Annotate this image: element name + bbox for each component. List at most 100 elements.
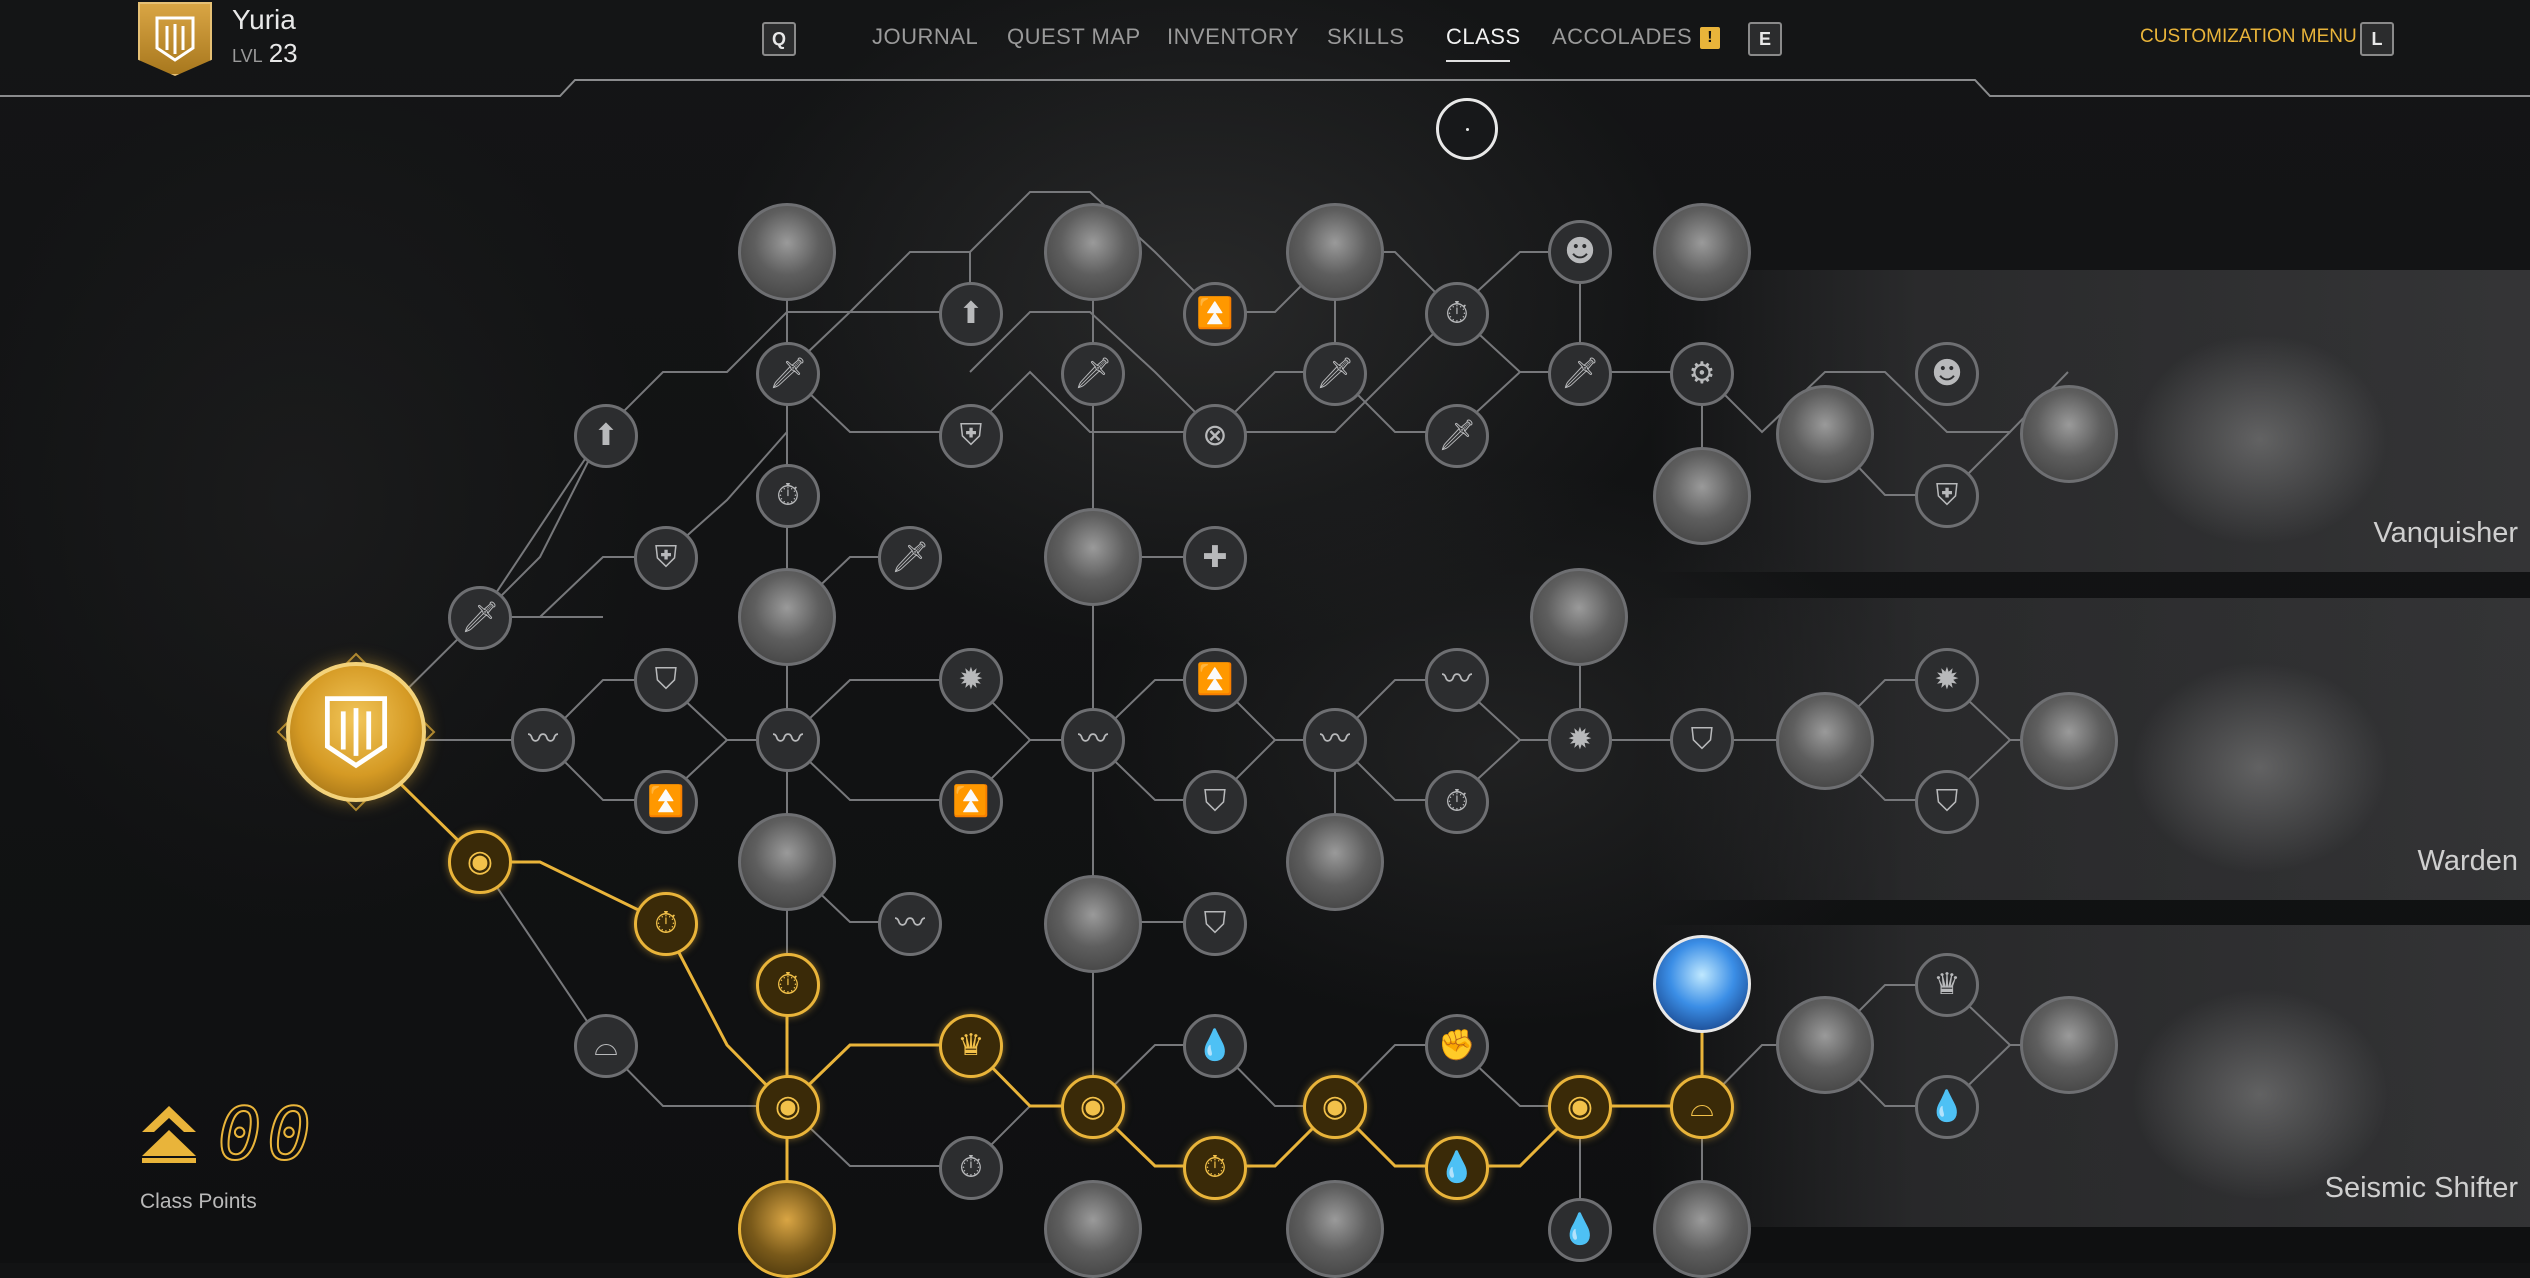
class-root-node[interactable] bbox=[286, 662, 426, 802]
skill-node-rank[interactable]: ⏫ bbox=[634, 770, 698, 834]
skill-portrait-node[interactable] bbox=[1653, 203, 1751, 301]
skill-node-weapon[interactable]: 🗡 bbox=[878, 526, 942, 590]
skill-node-sun[interactable]: ✹ bbox=[939, 648, 1003, 712]
skill-node-shield-break[interactable]: ⛨ bbox=[939, 404, 1003, 468]
skill-node-anomaly[interactable]: ⌓ bbox=[574, 1014, 638, 1078]
skill-node-shield[interactable]: ⛉ bbox=[1915, 770, 1979, 834]
skill-node-drop-active[interactable]: 💧 bbox=[1425, 1136, 1489, 1200]
skill-portrait-node[interactable] bbox=[1530, 568, 1628, 666]
skill-portrait-node-active[interactable] bbox=[738, 1180, 836, 1278]
pulse-icon: 〰 bbox=[1078, 722, 1108, 757]
skill-node-pulse[interactable]: 〰 bbox=[878, 892, 942, 956]
skill-portrait-node[interactable] bbox=[1286, 813, 1384, 911]
skill-node-cooldown[interactable]: ⏱ bbox=[1425, 282, 1489, 346]
plus-icon: ✚ bbox=[1202, 540, 1228, 575]
skill-node-drop[interactable]: 💧 bbox=[1915, 1075, 1979, 1139]
broken-shield-icon: ⛨ bbox=[1935, 478, 1959, 513]
shield-icon: ⛉ bbox=[1203, 906, 1227, 941]
skill-node-shield-break[interactable]: ⛨ bbox=[634, 526, 698, 590]
skill-portrait-node[interactable] bbox=[1776, 996, 1874, 1094]
skill-portrait-node[interactable] bbox=[2020, 385, 2118, 483]
sun-icon: ✹ bbox=[1934, 662, 1960, 697]
skill-node-drop[interactable]: 💧 bbox=[1183, 1014, 1247, 1078]
skill-node-upgrade[interactable]: ⬆ bbox=[939, 282, 1003, 346]
skill-node-rank[interactable]: ⏫ bbox=[1183, 282, 1247, 346]
skill-node-weapon[interactable]: 🗡 bbox=[1303, 342, 1367, 406]
skill-node-shield[interactable]: ⛉ bbox=[1183, 892, 1247, 956]
skill-node-vortex-active[interactable]: ◉ bbox=[448, 830, 512, 894]
skill-portrait-node[interactable] bbox=[1044, 508, 1142, 606]
skill-node-sun[interactable]: ✹ bbox=[1915, 648, 1979, 712]
skill-node-shield[interactable]: ⛉ bbox=[1670, 708, 1734, 772]
skill-node-cooldown-active[interactable]: ⏱ bbox=[634, 892, 698, 956]
shield-icon: ⛉ bbox=[1690, 722, 1714, 757]
skill-node-weapon[interactable]: 🗡 bbox=[756, 342, 820, 406]
drop-icon: 💧 bbox=[1196, 1028, 1234, 1063]
skill-node-weapon[interactable]: 🗡 bbox=[1548, 342, 1612, 406]
skill-node-pulse[interactable]: 〰 bbox=[1061, 708, 1125, 772]
skill-node-crown[interactable]: ♛ bbox=[1915, 953, 1979, 1017]
skill-portrait-node-selected[interactable] bbox=[1653, 935, 1751, 1033]
skill-node-sun[interactable]: ✹ bbox=[1548, 708, 1612, 772]
dagger-icon: 🗡 bbox=[768, 356, 808, 391]
skill-node-rank[interactable]: ⏫ bbox=[939, 770, 1003, 834]
skill-node-pulse[interactable]: 〰 bbox=[1425, 648, 1489, 712]
skill-portrait-node[interactable] bbox=[738, 203, 836, 301]
skill-node-cooldown-active[interactable]: ⏱ bbox=[1183, 1136, 1247, 1200]
chevron-up-icon: ⏫ bbox=[647, 784, 685, 819]
vortex-icon: ◉ bbox=[1566, 1089, 1594, 1124]
skill-portrait-node[interactable] bbox=[1044, 875, 1142, 973]
skill-tree-connections bbox=[354, 191, 2069, 1230]
skill-portrait-node[interactable] bbox=[1286, 1180, 1384, 1278]
skill-node-vortex-active[interactable]: ◉ bbox=[1061, 1075, 1125, 1139]
skill-node-drop[interactable]: 💧 bbox=[1548, 1198, 1612, 1262]
drop-icon: 💧 bbox=[1438, 1150, 1476, 1185]
pulse-icon: 〰 bbox=[528, 722, 558, 757]
skill-portrait-node[interactable] bbox=[738, 568, 836, 666]
skill-node-crown-active[interactable]: ♛ bbox=[939, 1014, 1003, 1078]
skill-node-weapon[interactable]: 🗡 bbox=[1425, 404, 1489, 468]
skill-node-rank[interactable]: ⏫ bbox=[1183, 648, 1247, 712]
skill-portrait-node[interactable] bbox=[1044, 203, 1142, 301]
skill-portrait-node[interactable] bbox=[2020, 692, 2118, 790]
skill-node-cooldown-active[interactable]: ⏱ bbox=[756, 953, 820, 1017]
skill-node-mask[interactable]: ☻ bbox=[1915, 342, 1979, 406]
skill-node-cooldown[interactable]: ⏱ bbox=[756, 464, 820, 528]
skill-node-cooldown[interactable]: ⏱ bbox=[1425, 770, 1489, 834]
skill-node-vortex-active[interactable]: ◉ bbox=[1548, 1075, 1612, 1139]
skill-node-pulse[interactable]: 〰 bbox=[1303, 708, 1367, 772]
skill-node-crosshair[interactable]: ⊗ bbox=[1183, 404, 1247, 468]
skill-node-shield[interactable]: ⛉ bbox=[634, 648, 698, 712]
skill-node-heal[interactable]: ✚ bbox=[1183, 526, 1247, 590]
skill-portrait-node[interactable] bbox=[1776, 692, 1874, 790]
skill-node-vortex-active[interactable]: ◉ bbox=[1303, 1075, 1367, 1139]
skill-portrait-node[interactable] bbox=[1653, 1180, 1751, 1278]
broken-shield-icon: ⛨ bbox=[654, 540, 678, 575]
skill-portrait-node[interactable] bbox=[2020, 996, 2118, 1094]
anomaly-icon: ⌓ bbox=[594, 1028, 618, 1063]
skill-node-weapon[interactable]: 🗡 bbox=[448, 586, 512, 650]
skill-node-fist[interactable]: ✊ bbox=[1425, 1014, 1489, 1078]
skill-node-mask[interactable]: ☻ bbox=[1548, 220, 1612, 284]
crown-icon: ♛ bbox=[957, 1028, 985, 1063]
pulse-icon: 〰 bbox=[773, 722, 803, 757]
skill-portrait-node[interactable] bbox=[1286, 203, 1384, 301]
skill-node-anomaly-active[interactable]: ⌓ bbox=[1670, 1075, 1734, 1139]
skill-node-pulse[interactable]: 〰 bbox=[511, 708, 575, 772]
skill-portrait-node[interactable] bbox=[1776, 385, 1874, 483]
skill-portrait-node[interactable] bbox=[738, 813, 836, 911]
class-shield-icon bbox=[324, 696, 388, 769]
vortex-icon: ◉ bbox=[1321, 1089, 1349, 1124]
crosshair-icon: ⊗ bbox=[1202, 418, 1228, 453]
skill-node-upgrade[interactable]: ⬆ bbox=[574, 404, 638, 468]
skill-portrait-node[interactable] bbox=[1044, 1180, 1142, 1278]
skill-node-weapon[interactable]: 🗡 bbox=[1061, 342, 1125, 406]
skill-node-gear[interactable]: ⚙ bbox=[1670, 342, 1734, 406]
gear-icon: ⚙ bbox=[1688, 356, 1716, 391]
skill-portrait-node[interactable] bbox=[1653, 447, 1751, 545]
skill-node-vortex-active[interactable]: ◉ bbox=[756, 1075, 820, 1139]
skill-node-cooldown[interactable]: ⏱ bbox=[939, 1136, 1003, 1200]
skill-node-shield-break[interactable]: ⛨ bbox=[1915, 464, 1979, 528]
skill-node-pulse[interactable]: 〰 bbox=[756, 708, 820, 772]
skill-node-shield[interactable]: ⛉ bbox=[1183, 770, 1247, 834]
